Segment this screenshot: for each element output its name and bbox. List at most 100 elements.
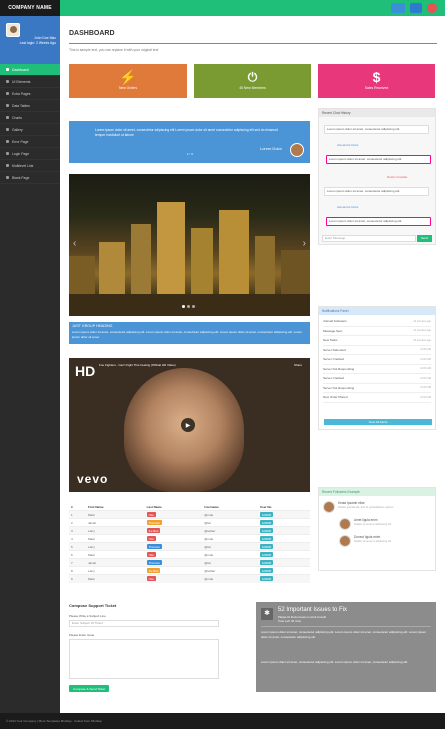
- table-row[interactable]: 2 Jacob Thornton @fat 100090: [69, 518, 310, 527]
- carousel-prev-icon[interactable]: ‹: [73, 238, 76, 249]
- table-cell: Mark: [86, 510, 145, 519]
- issues-text: Lorem ipsum dolor sit amet, consectetur …: [261, 630, 427, 639]
- carousel-next-icon[interactable]: ›: [303, 238, 306, 249]
- video-player[interactable]: HD Foo Fighters - Can't Fight This Feeli…: [69, 358, 310, 492]
- chat-send-button[interactable]: Send: [417, 235, 432, 242]
- table-cell: 1: [69, 510, 87, 519]
- notification-item[interactable]: New Tasks 12 minutes ago: [323, 336, 431, 346]
- stat-new-members[interactable]: ⏻ 45 New Members: [194, 64, 311, 98]
- image-carousel[interactable]: ‹ ›: [69, 174, 310, 316]
- notification-item[interactable]: Server Not Responding 11:00 AM: [323, 384, 431, 393]
- video-title[interactable]: Foo Fighters - Can't Fight This Feeling …: [99, 363, 176, 367]
- chat-message-input[interactable]: Enter Message: [322, 235, 416, 242]
- avatar: [323, 501, 335, 513]
- testimonial-pager[interactable]: 1 / 3: [187, 152, 193, 156]
- notification-item[interactable]: Server Not Responding 11:00 AM: [323, 365, 431, 374]
- sidebar-item-label: Gallery: [12, 127, 23, 132]
- status-badge: Thornton: [146, 544, 162, 549]
- brand-logo[interactable]: COMPANY NAME: [0, 0, 60, 16]
- sidebar-item-label: UI Elements: [12, 79, 31, 84]
- chat-title: Recent Chat History: [319, 109, 435, 117]
- notification-time: 11:00 AM: [420, 357, 431, 361]
- notification-item[interactable]: Server Rebooted 11:00 AM: [323, 346, 431, 355]
- avatar[interactable]: [6, 23, 20, 37]
- sidebar-item-error-page[interactable]: Error Page: [0, 136, 60, 148]
- carousel-indicators[interactable]: [182, 305, 195, 308]
- sidebar-item-login-page[interactable]: Login Page: [0, 148, 60, 160]
- image-icon: [6, 128, 9, 131]
- chat-author[interactable]: Alexandre Dolor: [337, 143, 359, 147]
- status-badge: Otto: [146, 552, 156, 557]
- column-header: First Name: [88, 504, 104, 509]
- table-row[interactable]: 3 Larry the Bird @twitter 100090: [69, 526, 310, 535]
- stat-sales-received[interactable]: $ Sales Received: [318, 64, 435, 98]
- table-cell: @fat: [202, 558, 258, 567]
- notification-item[interactable]: Message Sent 12 minutes ago: [323, 327, 431, 336]
- bell-icon[interactable]: [427, 3, 437, 13]
- table-row[interactable]: 7 Jacob Thornton @fat 100090: [69, 558, 310, 567]
- share-button[interactable]: Share: [294, 363, 302, 367]
- sidebar-item-dashboard[interactable]: Dashboard: [0, 64, 60, 76]
- notification-time: 11:00 AM: [420, 386, 431, 390]
- table-cell: 100090: [257, 558, 310, 567]
- user-number-badge: 100090: [259, 552, 274, 557]
- chart-icon: [6, 116, 9, 119]
- table-cell: 100090: [257, 534, 310, 543]
- issue-textarea[interactable]: [69, 639, 219, 679]
- user-number-badge: 100090: [259, 544, 274, 549]
- profile-status: Last login: 2 Weeks Ago: [19, 41, 56, 45]
- testimonial-panel: Lorem ipsum dolor sit amet, consectetur …: [69, 121, 310, 163]
- status-badge: Thornton: [146, 520, 162, 525]
- view-all-alerts-button[interactable]: View All Alerts: [324, 419, 432, 425]
- notification-item[interactable]: New Order Placed 11:00 AM: [323, 393, 431, 403]
- warning-icon: [6, 140, 9, 143]
- follower-item[interactable]: Keala ipsamb elise Nullam gravida elit, f…: [323, 501, 393, 513]
- subject-input[interactable]: Enter Subject Of Ticket: [69, 620, 219, 627]
- issues-text-2: Lorem ipsum dolor sit amet, consectetur …: [261, 660, 408, 664]
- notification-item[interactable]: Server Crashed 11:00 AM: [323, 355, 431, 365]
- top-icons: [391, 3, 437, 13]
- stat-label: 45 New Members: [239, 86, 266, 90]
- table-cell: 4: [69, 534, 87, 543]
- table-row[interactable]: 8 Larry the Bird @twitter 100090: [69, 566, 310, 575]
- list-icon[interactable]: [410, 3, 422, 13]
- table-row[interactable]: 6 Mark Otto @mdo 100090: [69, 550, 310, 559]
- table-cell: 100090: [257, 542, 310, 551]
- page-subtitle: This is sample text, you can replace it …: [69, 48, 159, 52]
- notification-item[interactable]: Server Crashed 11:00 AM: [323, 374, 431, 384]
- sidebar-item-blank-page[interactable]: Blank Page: [0, 172, 60, 184]
- notification-time: 11:00 AM: [420, 348, 431, 352]
- sidebar-item-gallery[interactable]: Gallery: [0, 124, 60, 136]
- table-icon: [6, 104, 9, 107]
- notification-label: Server Not Responding: [323, 366, 355, 371]
- play-icon[interactable]: ▶: [181, 418, 195, 432]
- sidebar-item-ui-elements[interactable]: UI Elements: [0, 76, 60, 88]
- issues-title: 52 Important Issues to Fix: [278, 607, 348, 613]
- table-body: 1 Mark Otto @mdo 100090 2 Jacob Thornton @fat 100…: [69, 510, 310, 583]
- follower-note: Nullam gravida elit, find sit posteaditi…: [338, 505, 394, 509]
- users-table: # First Name Last Name Username User No.…: [69, 503, 310, 583]
- notification-label: 4 Email Followers: [323, 319, 347, 324]
- table-row[interactable]: 5 Larry Thornton @fat 100090: [69, 542, 310, 551]
- carousel-image: [69, 256, 95, 294]
- table-row[interactable]: 1 Mark Otto @mdo 100090: [69, 510, 310, 519]
- sidebar-item-label: Error Page: [12, 139, 29, 144]
- follower-item[interactable]: Donect ligula enim Nullam sit amet ut adi…: [339, 535, 392, 547]
- send-ticket-button[interactable]: Compose & Send Ticket: [69, 685, 110, 692]
- follower-item[interactable]: Amet ligula enim Nullam sit amet ut adipi…: [339, 518, 392, 530]
- stat-new-orders[interactable]: ⚡ New Orders: [69, 64, 187, 98]
- user-number-badge: 100090: [259, 520, 274, 525]
- chat-author[interactable]: Alexandre Dolor: [337, 205, 359, 209]
- table-row[interactable]: 4 Mark Otto @mdo 100090: [69, 534, 310, 543]
- sidebar-item-label: Multilevel Link: [12, 163, 34, 168]
- notification-item[interactable]: 4 Email Followers 12 minutes ago: [323, 317, 431, 327]
- sidebar-item-data-tables[interactable]: Data Tables: [0, 100, 60, 112]
- table-row[interactable]: 9 Mark Otto @mdo 100090: [69, 574, 310, 583]
- sidebar-item-charts[interactable]: Charts: [0, 112, 60, 124]
- sidebar-item-multilevel[interactable]: Multilevel Link: [0, 160, 60, 172]
- notifications-panel: Notifications Panel 4 Email Followers 12 …: [318, 306, 436, 430]
- sidebar-item-extra-pages[interactable]: Extra Pages: [0, 88, 60, 100]
- table-cell: Otto: [144, 534, 203, 543]
- chat-author[interactable]: Dustin Crowdie: [387, 175, 407, 179]
- mail-icon[interactable]: [391, 3, 405, 13]
